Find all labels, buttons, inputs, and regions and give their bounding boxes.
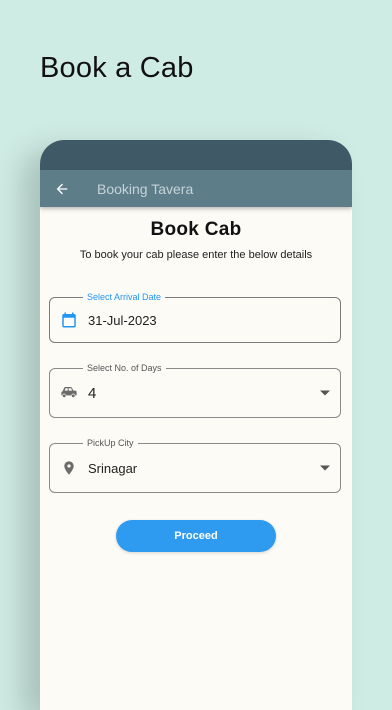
form-heading: Book Cab xyxy=(150,219,242,240)
car-icon xyxy=(50,385,88,401)
days-label: Select No. of Days xyxy=(83,362,166,374)
arrival-date-label: Select Arrival Date xyxy=(83,291,166,303)
promo-title: Book a Cab xyxy=(40,52,194,84)
pickup-city-value: Srinagar xyxy=(88,460,138,476)
chevron-down-icon xyxy=(310,465,340,471)
status-bar xyxy=(40,140,352,170)
arrival-date-value: 31-Jul-2023 xyxy=(88,312,157,328)
pickup-city-label: PickUp City xyxy=(83,437,138,449)
booking-form: Book Cab To book your cab please enter t… xyxy=(40,219,352,710)
arrow-left-icon xyxy=(56,183,68,194)
phone-frame: Booking Tavera Book Cab To book your cab… xyxy=(40,140,352,710)
app-bar-title: Booking Tavera xyxy=(97,180,194,197)
back-button[interactable] xyxy=(40,170,84,207)
proceed-button[interactable]: Proceed xyxy=(116,520,276,552)
chevron-down-icon xyxy=(310,390,340,396)
pickup-city-dropdown[interactable]: PickUp City Srinagar xyxy=(49,437,341,493)
arrival-date-field[interactable]: Select Arrival Date 31-Jul-2023 xyxy=(49,291,341,343)
form-subtitle: To book your cab please enter the below … xyxy=(79,249,313,261)
calendar-icon xyxy=(50,311,88,329)
days-value: 4 xyxy=(88,384,97,402)
location-pin-icon xyxy=(50,459,88,477)
app-bar: Booking Tavera xyxy=(40,170,352,207)
days-dropdown[interactable]: Select No. of Days 4 xyxy=(49,362,341,418)
